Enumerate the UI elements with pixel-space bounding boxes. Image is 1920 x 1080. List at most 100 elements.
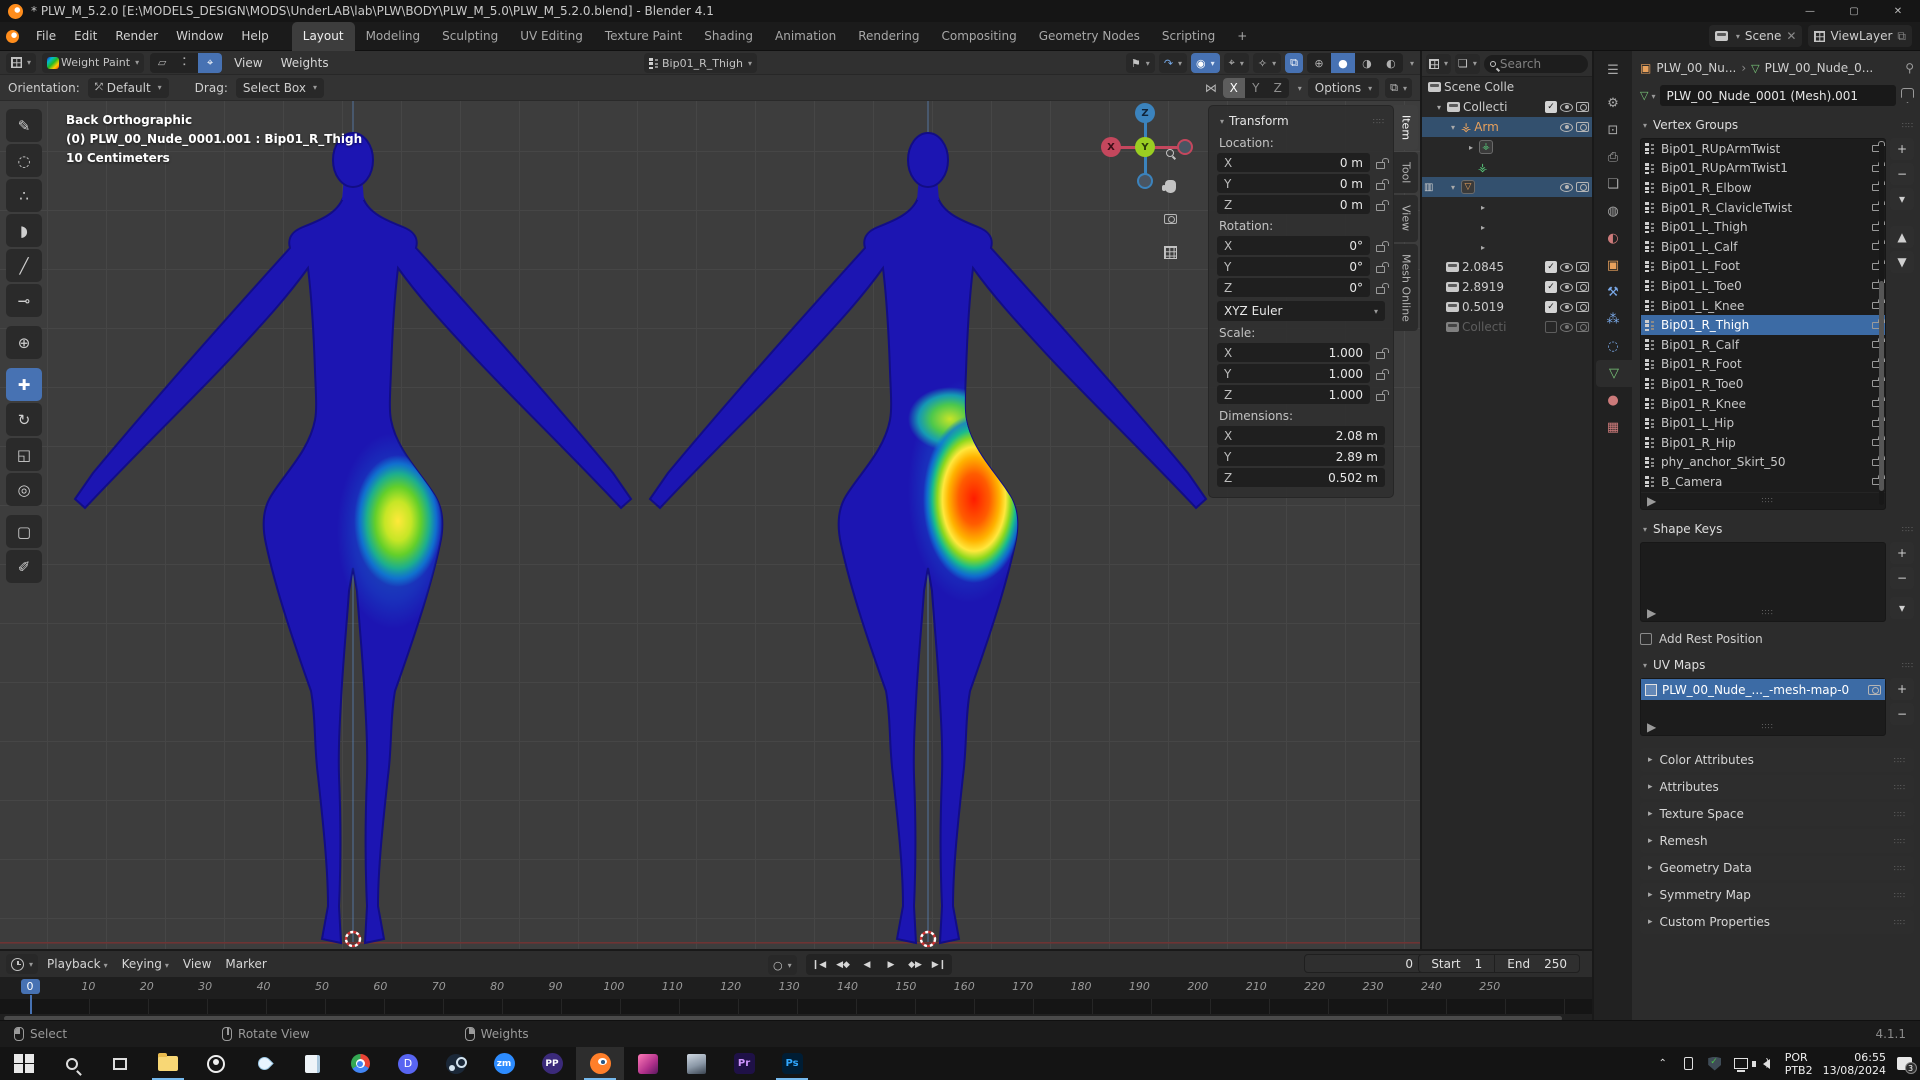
- tab-scene[interactable]: ◍: [1596, 198, 1630, 225]
- tab-tool[interactable]: ⚙: [1596, 90, 1630, 117]
- viewport-canvas[interactable]: Back Orthographic (0) PLW_00_Nude_0001.0…: [0, 101, 1420, 949]
- disable-render-icon[interactable]: [1576, 302, 1589, 312]
- hide-eye-icon[interactable]: [1560, 323, 1573, 332]
- play-button[interactable]: ▶: [880, 956, 902, 973]
- timeline-track[interactable]: [0, 999, 1592, 1014]
- workspace-tab[interactable]: Scripting: [1151, 22, 1226, 51]
- collapsed-panel-header[interactable]: ▸ Remesh ∷∷: [1640, 829, 1914, 853]
- menu-item[interactable]: Render: [106, 29, 167, 43]
- collapsed-panel-header[interactable]: ▸ Symmetry Map ∷∷: [1640, 883, 1914, 907]
- active-render-camera-icon[interactable]: [1868, 685, 1881, 695]
- workspace-tab[interactable]: Layout: [292, 22, 355, 51]
- dimensions-x-field[interactable]: X2.08 m: [1217, 426, 1385, 445]
- shape-key-specials-button[interactable]: ▾: [1890, 597, 1914, 619]
- armature-options-dropdown[interactable]: ⌖▾: [1224, 53, 1249, 73]
- add-vertex-group-button[interactable]: +: [1890, 138, 1914, 160]
- tab-material[interactable]: ●: [1596, 387, 1630, 414]
- workspace-tab[interactable]: Animation: [764, 22, 847, 51]
- collection-checkbox[interactable]: ✓: [1545, 281, 1557, 293]
- navigation-gizmo[interactable]: Z X Y: [1093, 103, 1203, 203]
- task-view-button[interactable]: [96, 1047, 144, 1080]
- editor-type-button[interactable]: ▾: [6, 53, 36, 73]
- drag-dropdown[interactable]: Select Box▾: [236, 78, 324, 98]
- start-button[interactable]: [0, 1047, 48, 1080]
- zoom-app-icon[interactable]: zm: [480, 1047, 528, 1080]
- gizmo-x-axis[interactable]: X: [1101, 137, 1121, 157]
- steam-icon[interactable]: [432, 1047, 480, 1080]
- outliner-row-collection[interactable]: ▾ Collecti ✓: [1422, 97, 1592, 117]
- vertex-group-row[interactable]: B_Camera: [1641, 472, 1885, 492]
- rotation-mode-dropdown[interactable]: XYZ Euler▾: [1217, 301, 1385, 321]
- hidden-icons-chevron[interactable]: ⌃: [1655, 1058, 1671, 1069]
- next-keyframe-button[interactable]: ◆▶: [904, 956, 926, 973]
- cursor-tool[interactable]: ⊕: [6, 326, 42, 359]
- sidebar-tab[interactable]: Item: [1394, 105, 1418, 150]
- collapsed-panel-header[interactable]: ▸ Geometry Data ∷∷: [1640, 856, 1914, 880]
- vertex-group-row[interactable]: phy_anchor_Skirt_50: [1641, 453, 1885, 473]
- vertex-group-row[interactable]: Bip01_RUpArmTwist1: [1641, 159, 1885, 179]
- disable-render-icon[interactable]: [1576, 262, 1589, 272]
- vertex-group-row[interactable]: Bip01_L_Hip: [1641, 413, 1885, 433]
- vertex-group-row[interactable]: Bip01_R_Thigh: [1641, 315, 1885, 335]
- blender-menu-icon[interactable]: [6, 30, 19, 43]
- panel-grip[interactable]: ∷∷: [1373, 117, 1385, 126]
- outliner-row-mesh-object[interactable]: ▥ ▾ ▽: [1422, 177, 1592, 197]
- face-mask-toggle[interactable]: ▱: [150, 53, 174, 73]
- weights-menu[interactable]: Weights: [275, 56, 335, 70]
- move-group-down-button[interactable]: ▼: [1890, 251, 1914, 273]
- sample-weight-tool[interactable]: ⊸: [6, 284, 42, 317]
- outliner-row-collection-3[interactable]: 2.8919 ✓: [1422, 277, 1592, 297]
- hide-eye-icon[interactable]: [1560, 303, 1573, 312]
- workspace-tab[interactable]: +: [1226, 22, 1258, 51]
- add-rest-position-checkbox[interactable]: [1640, 633, 1652, 645]
- language-indicator[interactable]: PORPTB2: [1785, 1051, 1813, 1077]
- disable-render-icon[interactable]: [1576, 282, 1589, 292]
- add-shape-key-button[interactable]: +: [1890, 542, 1914, 564]
- tab-modifiers[interactable]: ⚒: [1596, 279, 1630, 306]
- outliner-display-mode-button[interactable]: ❏▾: [1455, 54, 1480, 74]
- pin-icon[interactable]: ⚲: [1905, 61, 1914, 75]
- notifications-icon[interactable]: 3: [1896, 1057, 1912, 1070]
- remove-uv-map-button[interactable]: −: [1890, 703, 1914, 725]
- rainmeter-icon[interactable]: [240, 1047, 288, 1080]
- uv-map-row[interactable]: PLW_00_Nude_..._-mesh-map-0: [1641, 679, 1885, 700]
- annotate-tool[interactable]: ✐: [6, 550, 42, 583]
- vertex-groups-panel-header[interactable]: ▾ Vertex Groups ∷∷: [1640, 114, 1914, 136]
- photo-app-icon[interactable]: [672, 1047, 720, 1080]
- chrome-icon[interactable]: [336, 1047, 384, 1080]
- lock-icon[interactable]: [1376, 394, 1385, 401]
- location-x-field[interactable]: X0 m: [1217, 153, 1370, 172]
- camera-view-icon[interactable]: [1160, 209, 1180, 229]
- collapsed-panel-header[interactable]: ▸ Custom Properties ∷∷: [1640, 910, 1914, 934]
- bone-select-toggle[interactable]: ⌖: [198, 53, 222, 73]
- discord-icon[interactable]: D: [384, 1047, 432, 1080]
- view-menu[interactable]: View: [228, 56, 268, 70]
- outliner-row-expander[interactable]: ▸: [1422, 197, 1592, 217]
- workspace-tab[interactable]: Compositing: [930, 22, 1027, 51]
- photoshop-icon[interactable]: Ps: [768, 1047, 816, 1080]
- vertex-group-row[interactable]: Bip01_R_Toe0: [1641, 374, 1885, 394]
- vertex-group-specials-button[interactable]: ▾: [1890, 188, 1914, 210]
- current-frame-field[interactable]: 0: [1304, 954, 1424, 973]
- scene-selector[interactable]: ▾ Scene ✕: [1709, 25, 1803, 47]
- vertex-group-row[interactable]: Bip01_L_Calf: [1641, 237, 1885, 257]
- viewport-overlap-button[interactable]: ⧉▾: [1385, 78, 1412, 98]
- shape-keys-panel-header[interactable]: ▾ Shape Keys ∷∷: [1640, 518, 1914, 540]
- disable-render-icon[interactable]: [1576, 322, 1589, 332]
- uv-maps-panel-header[interactable]: ▾ UV Maps ∷∷: [1640, 654, 1914, 676]
- outliner-filter-button[interactable]: ▾: [1426, 54, 1451, 74]
- vertex-group-row[interactable]: Bip01_R_Hip: [1641, 433, 1885, 453]
- vertex-group-row[interactable]: Bip01_L_Knee: [1641, 296, 1885, 316]
- dimensions-z-field[interactable]: Z0.502 m: [1217, 468, 1385, 487]
- mirror-y-toggle[interactable]: Y: [1245, 78, 1267, 98]
- start-frame-field[interactable]: Start1: [1419, 957, 1494, 971]
- lock-icon[interactable]: [1376, 266, 1385, 273]
- collapsed-panel-header[interactable]: ▸ Color Attributes ∷∷: [1640, 748, 1914, 772]
- location-z-field[interactable]: Z0 m: [1217, 195, 1370, 214]
- timeline-view-menu[interactable]: View: [178, 957, 216, 971]
- scene-unlink-icon[interactable]: ✕: [1786, 29, 1796, 43]
- pivot-point-dropdown[interactable]: ⚑▾: [1126, 53, 1155, 73]
- tab-output[interactable]: ⎙: [1596, 144, 1630, 171]
- hide-eye-icon[interactable]: [1560, 283, 1573, 292]
- list-footer[interactable]: ▶∷∷: [1641, 604, 1885, 621]
